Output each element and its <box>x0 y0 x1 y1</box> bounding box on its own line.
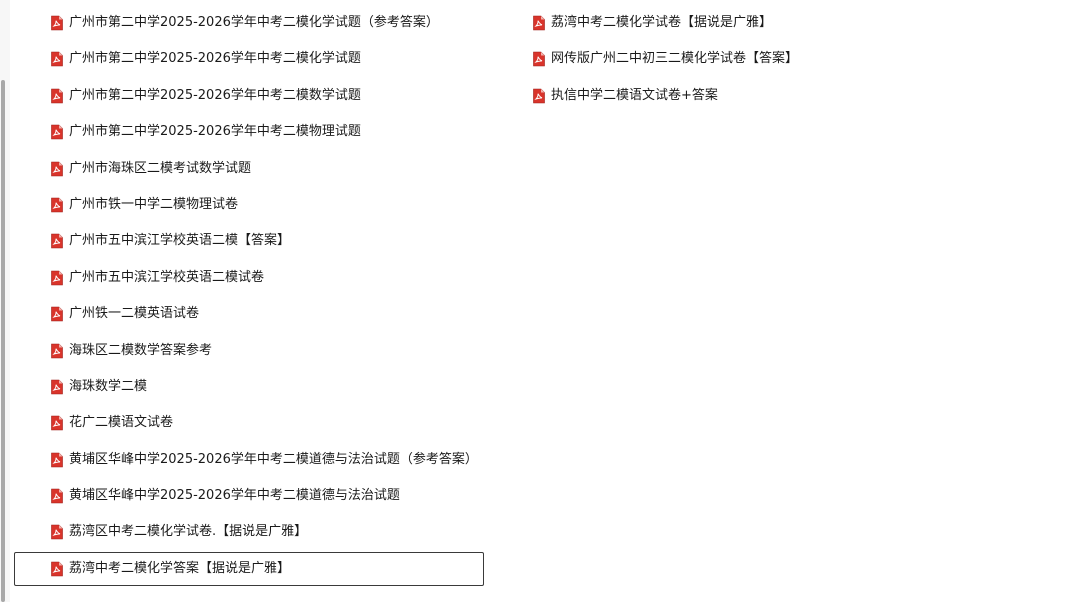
file-name: 广州市海珠区二模考试数学试题 <box>69 160 252 176</box>
pdf-file-icon <box>51 561 63 577</box>
file-item[interactable]: 执信中学二模语文试卷+答案 <box>496 79 966 113</box>
file-item[interactable]: 荔湾区中考二模化学试卷.【据说是广雅】 <box>14 515 484 549</box>
pdf-file-icon <box>51 197 63 213</box>
file-name: 荔湾中考二模化学答案【据说是广雅】 <box>69 560 291 576</box>
file-column-right: 荔湾中考二模化学试卷【据说是广雅】网传版广州二中初三二模化学试卷【答案】 执信中学… <box>496 6 966 115</box>
file-name: 网传版广州二中初三二模化学试卷【答案】 <box>551 51 799 67</box>
file-name: 荔湾区中考二模化学试卷.【据说是广雅】 <box>69 524 308 540</box>
file-item[interactable]: 花广二模语文试卷 <box>14 406 484 440</box>
file-item[interactable]: 广州市海珠区二模考试数学试题 <box>14 152 484 186</box>
file-name: 广州市第二中学2025-2026学年中考二模数学试题 <box>69 87 361 103</box>
file-name: 花广二模语文试卷 <box>69 415 174 431</box>
pdf-file-icon <box>51 525 63 540</box>
vertical-scrollbar[interactable] <box>1 80 5 602</box>
file-item[interactable]: 荔湾中考二模化学答案【据说是广雅】 <box>14 551 484 586</box>
pdf-file-icon <box>51 270 63 286</box>
file-name: 荔湾中考二模化学试卷【据说是广雅】 <box>551 15 773 30</box>
pdf-file-icon <box>51 234 63 249</box>
pdf-file-icon <box>51 306 63 322</box>
file-item[interactable]: 海珠数学二模 <box>14 370 484 404</box>
file-item[interactable]: 网传版广州二中初三二模化学试卷【答案】 <box>496 42 966 76</box>
file-item[interactable]: 广州市第二中学2025-2026学年中考二模化学试题 <box>14 42 484 76</box>
file-item[interactable]: 广州市第二中学2025-2026学年中考二模数学试题 <box>14 79 484 113</box>
file-name: 海珠区二模数学答案参考 <box>69 342 213 358</box>
pdf-file-icon <box>51 15 63 31</box>
file-name: 黄埔区华峰中学2025-2026学年中考二模道德与法治试题（参考答案） <box>69 451 478 467</box>
file-name: 广州市铁一中学二模物理试卷 <box>69 196 239 212</box>
file-name: 广州铁一二模英语试卷 <box>69 306 200 322</box>
pdf-file-icon <box>51 161 63 176</box>
file-item[interactable]: 广州市第二中学2025-2026学年中考二模化学试题（参考答案） <box>14 6 484 40</box>
file-item[interactable]: 广州市铁一中学二模物理试卷 <box>14 188 484 222</box>
file-item[interactable]: 广州市第二中学2025-2026学年中考二模物理试题 <box>14 115 484 149</box>
pdf-file-icon <box>51 343 63 358</box>
file-name: 执信中学二模语文试卷+答案 <box>551 87 718 103</box>
file-name: 黄埔区华峰中学2025-2026学年中考二模道德与法治试题 <box>69 488 400 504</box>
file-item[interactable]: 广州铁一二模英语试卷 <box>14 297 484 331</box>
file-item[interactable]: 海珠区二模数学答案参考 <box>14 334 484 368</box>
file-item[interactable]: 黄埔区华峰中学2025-2026学年中考二模道德与法治试题（参考答案） <box>14 443 484 477</box>
file-item[interactable]: 荔湾中考二模化学试卷【据说是广雅】 <box>496 6 966 40</box>
file-name: 广州市五中滨江学校英语二模试卷 <box>69 269 265 285</box>
pdf-file-icon <box>51 379 63 395</box>
file-name: 海珠数学二模 <box>69 378 148 394</box>
file-name: 广州市第二中学2025-2026学年中考二模物理试题 <box>69 124 361 140</box>
pdf-file-icon <box>533 15 545 31</box>
file-name: 广州市第二中学2025-2026学年中考二模化学试题 <box>69 51 361 67</box>
pdf-file-icon <box>51 124 63 140</box>
file-name: 广州市第二中学2025-2026学年中考二模化学试题（参考答案） <box>69 15 439 30</box>
file-item[interactable]: 黄埔区华峰中学2025-2026学年中考二模道德与法治试题 <box>14 479 484 513</box>
file-item[interactable]: 广州市五中滨江学校英语二模试卷 <box>14 261 484 295</box>
pdf-file-icon <box>51 488 63 504</box>
file-column-left: 广州市第二中学2025-2026学年中考二模化学试题（参考答案） 广州市第二中学2… <box>14 6 484 588</box>
pdf-file-icon <box>51 452 63 467</box>
pdf-file-icon <box>51 415 63 431</box>
pdf-file-icon <box>51 88 63 104</box>
left-gutter <box>0 0 10 602</box>
file-name: 广州市五中滨江学校英语二模【答案】 <box>69 233 291 249</box>
pdf-file-icon <box>51 52 63 67</box>
file-item[interactable]: 广州市五中滨江学校英语二模【答案】 <box>14 224 484 258</box>
pdf-file-icon <box>533 88 545 104</box>
pdf-file-icon <box>533 52 545 67</box>
